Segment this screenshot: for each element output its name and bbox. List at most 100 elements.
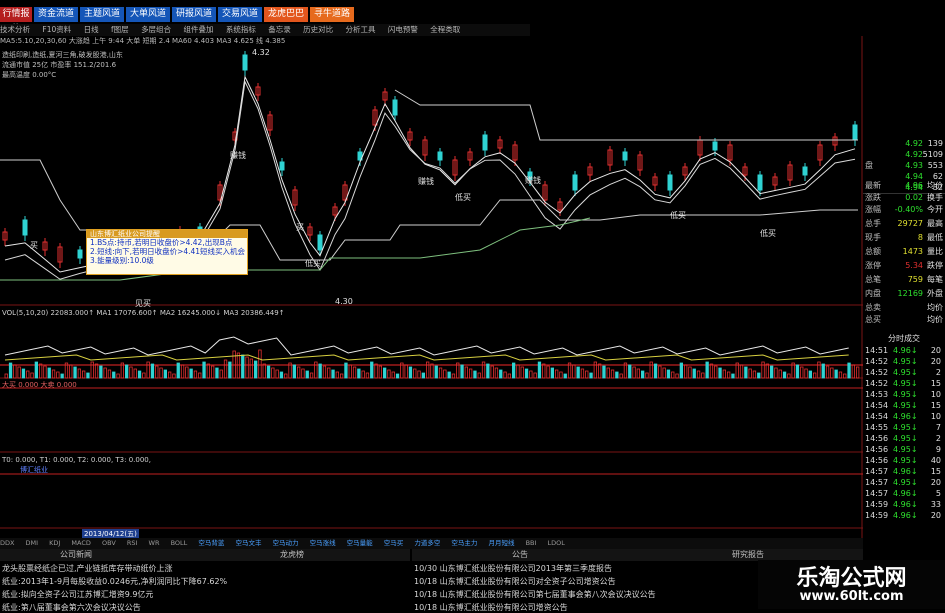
volume-bar bbox=[378, 365, 383, 379]
volume-bar bbox=[357, 368, 361, 379]
price-mark-high: 4.32 bbox=[252, 48, 270, 57]
notice-item[interactable]: 10/18 山东博汇纸业股份有限公司第七届董事会第八次会议决议公告 bbox=[414, 589, 656, 600]
volume-bar bbox=[494, 367, 499, 379]
volume-bar bbox=[692, 368, 696, 379]
volume-bar bbox=[447, 371, 451, 379]
candle-body bbox=[392, 99, 398, 116]
candle-body bbox=[622, 151, 628, 161]
order-row: 盘 4.93 553 bbox=[865, 161, 943, 170]
volume-bar bbox=[460, 364, 464, 379]
volume-bar bbox=[185, 366, 189, 379]
volume-bar bbox=[585, 370, 589, 379]
candle-body bbox=[667, 174, 673, 191]
candle-body bbox=[712, 141, 718, 151]
notice-item[interactable]: 10/18 山东博汇纸业股份有限公司对全资子公司增资公告 bbox=[414, 576, 616, 587]
order-row: 4.92 5109 bbox=[863, 149, 945, 160]
volume-bar bbox=[322, 365, 327, 379]
news-item[interactable]: 龙头股票经纸企已过,产业链抵库存带动纸价上涨 bbox=[2, 563, 173, 574]
btab[interactable]: 空马文丰 bbox=[235, 538, 261, 549]
volume-bar bbox=[417, 370, 421, 379]
volume-bar bbox=[206, 363, 211, 379]
btab[interactable]: 空马买 bbox=[384, 538, 404, 549]
volume-bar bbox=[546, 365, 550, 379]
volume-bar bbox=[675, 373, 679, 379]
volume-bar bbox=[51, 369, 56, 379]
volume-bar bbox=[438, 367, 443, 379]
volume-bar bbox=[684, 364, 688, 379]
volume-bar bbox=[804, 368, 808, 379]
header-company-news[interactable]: 公司新闻 bbox=[0, 549, 200, 561]
watermark-title: 乐淘公式网 bbox=[758, 560, 945, 591]
volume-bar bbox=[301, 368, 305, 379]
candle-body bbox=[77, 249, 83, 259]
volume-bar bbox=[589, 372, 593, 379]
btab[interactable]: RSI bbox=[127, 538, 138, 549]
notice-title: 山东博汇纸业股份有限公司对全资子公司增资公告 bbox=[439, 577, 616, 586]
volume-bar bbox=[155, 365, 159, 379]
volume-bar bbox=[468, 368, 473, 379]
volume-bar bbox=[34, 361, 38, 379]
volume-bar bbox=[778, 369, 782, 379]
volume-bar bbox=[374, 363, 378, 379]
tick-title: 分时成交 bbox=[888, 334, 920, 343]
btab[interactable]: 月月短线 bbox=[488, 538, 514, 549]
notice-date: 10/30 bbox=[414, 564, 438, 573]
btab[interactable]: 空马主力 bbox=[451, 538, 477, 549]
volume-bar bbox=[215, 367, 219, 379]
btab[interactable]: MACD bbox=[71, 538, 90, 549]
volume-bar bbox=[666, 369, 671, 379]
header-announcement[interactable]: 公告 bbox=[412, 549, 722, 561]
volume-bar bbox=[542, 363, 546, 379]
volume-bar bbox=[163, 369, 168, 379]
btab[interactable]: OBV bbox=[102, 538, 116, 549]
volume-bar bbox=[856, 366, 860, 379]
news-item[interactable]: 纸业:2013年1-9月每股收益0.0246元,净利润同比下降67.62% bbox=[2, 576, 227, 587]
volume-bar bbox=[722, 369, 726, 379]
btab[interactable]: WR bbox=[149, 538, 160, 549]
volume-bar bbox=[795, 364, 800, 379]
btab[interactable]: 空马量能 bbox=[347, 538, 373, 549]
btab[interactable]: 空马涨线 bbox=[310, 538, 336, 549]
volume-bar bbox=[86, 372, 90, 379]
volume-bar bbox=[671, 371, 675, 379]
volume-bar bbox=[107, 369, 112, 379]
volume-bar bbox=[361, 370, 365, 379]
header-dragon-tiger[interactable]: 龙虎榜 bbox=[200, 549, 410, 561]
volume-bar bbox=[512, 362, 516, 379]
volume-bar bbox=[116, 373, 120, 379]
btab[interactable]: DDX bbox=[0, 538, 14, 549]
news-item[interactable]: 纸业:拟向全资子公司江苏博汇增资9.9亿元 bbox=[2, 589, 153, 600]
volume-bar bbox=[520, 366, 524, 379]
candle-body bbox=[572, 174, 578, 191]
quote-panel: 4.92 139 4.92 5109 盘 4.93 553 4.94 62 4.94 32 … bbox=[863, 138, 945, 338]
volume-bar bbox=[421, 372, 426, 379]
btab[interactable]: BOLL bbox=[171, 538, 188, 549]
stat-row: 总卖 均价 bbox=[865, 303, 943, 312]
volume-bar bbox=[13, 364, 17, 379]
btab[interactable]: BBI bbox=[526, 538, 537, 549]
order-row: 4.92 139 bbox=[863, 138, 945, 149]
volume-bar bbox=[606, 367, 610, 379]
volume-bar bbox=[636, 368, 640, 379]
volume-bar bbox=[284, 373, 288, 379]
btab[interactable]: LDOL bbox=[547, 538, 564, 549]
order-price: 4.92 bbox=[905, 139, 923, 148]
btab[interactable]: KDJ bbox=[49, 538, 60, 549]
btab[interactable]: DMI bbox=[26, 538, 39, 549]
notice-title: 山东博汇纸业股份有限公司第七届董事会第八次会议决议公告 bbox=[439, 590, 656, 599]
btab[interactable]: 空马背蓝 bbox=[198, 538, 224, 549]
btab[interactable]: 力道多空 bbox=[414, 538, 440, 549]
btab[interactable]: 空马动力 bbox=[273, 538, 299, 549]
volume-bar bbox=[344, 362, 348, 379]
volume-bar bbox=[787, 373, 791, 379]
news-item[interactable]: 纸业:第八届董事会第六次会议决议公告 bbox=[2, 602, 141, 613]
volume-bar bbox=[167, 371, 172, 379]
notice-item[interactable]: 10/30 山东博汇纸业股份有限公司2013年第三季度报告 bbox=[414, 563, 612, 574]
volume-bar bbox=[202, 361, 206, 379]
volume-bar bbox=[529, 370, 533, 379]
signal-label: 赚钱 bbox=[418, 177, 434, 186]
volume-bar bbox=[172, 373, 176, 379]
notice-item[interactable]: 10/18 山东博汇纸业股份有限公司增资公告 bbox=[414, 602, 568, 613]
volume-bar bbox=[825, 365, 830, 379]
volume-bar bbox=[490, 365, 494, 379]
